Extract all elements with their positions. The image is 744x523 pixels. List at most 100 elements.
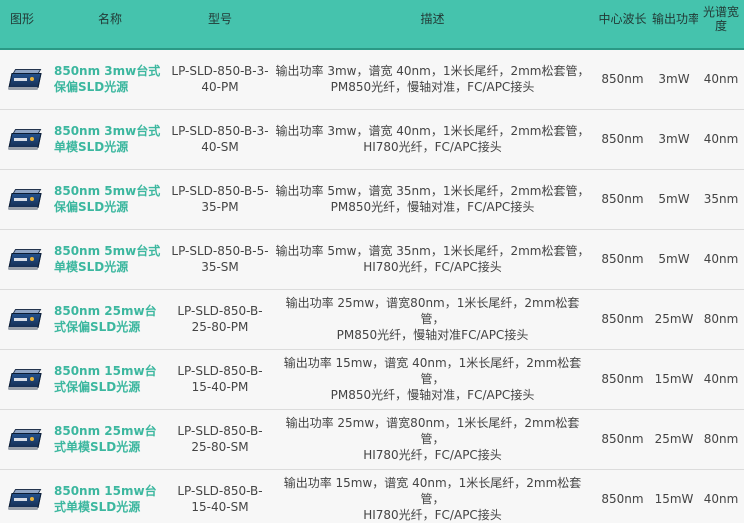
product-spectral-width: 40nm: [698, 229, 744, 290]
header-description: 描述: [270, 0, 595, 50]
table-row: 850nm 15mw台式保偏SLD光源 LP-SLD-850-B-15-40-P…: [0, 349, 744, 410]
description-line: HI780光纤，FC/APC接头: [363, 140, 502, 154]
product-name-link[interactable]: 850nm 5mw台式保偏SLD光源: [50, 169, 170, 230]
table-row: 850nm 3mw台式保偏SLD光源 LP-SLD-850-B-3-40-PM …: [0, 49, 744, 110]
sld-light-source-device-icon[interactable]: [8, 427, 42, 451]
product-wavelength: 850nm: [595, 229, 650, 290]
description-line: 输出功率 5mw，谱宽 35nm，1米长尾纤，2mm松套管，: [275, 184, 590, 198]
product-description: 输出功率 15mw，谱宽 40nm，1米长尾纤，2mm松套管， PM850光纤，慢…: [270, 349, 595, 410]
product-model: LP-SLD-850-B-25-80-PM: [170, 289, 270, 350]
row-image-cell: [0, 289, 50, 350]
description-line: 输出功率 3mw，谱宽 40nm，1米长尾纤，2mm松套管，: [275, 64, 590, 79]
row-image-cell: [0, 349, 50, 410]
product-description: 输出功率 3mw，谱宽 40nm，1米长尾纤，2mm松套管， HI780光纤，FC…: [270, 109, 595, 170]
product-description: 输出功率 5mw，谱宽 35nm，1米长尾纤，2mm松套管， HI780光纤，FC…: [270, 229, 595, 290]
product-model: LP-SLD-850-B-3-40-PM: [170, 49, 270, 110]
product-table-container: 图形 名称 型号 描述 中心波长 输出功率 光谱宽度 生 850nm 3mw台式…: [0, 0, 744, 523]
product-power: 3mW: [650, 109, 698, 170]
product-model: LP-SLD-850-B-25-80-SM: [170, 409, 270, 470]
product-spectral-width: 40nm: [698, 349, 744, 410]
product-wavelength: 850nm: [595, 49, 650, 110]
product-power: 5mW: [650, 169, 698, 230]
product-power: 3mW: [650, 49, 698, 110]
description-line: PM850光纤，慢轴对准，FC/APC接头: [330, 200, 535, 214]
product-model: LP-SLD-850-B-3-40-SM: [170, 109, 270, 170]
product-wavelength: 850nm: [595, 289, 650, 350]
description-line: PM850光纤，慢轴对准，FC/APC接头: [330, 80, 535, 95]
description-line: 输出功率 15mw，谱宽 40nm，1米长尾纤，2mm松套管，: [283, 476, 582, 506]
product-power: 15mW: [650, 469, 698, 523]
product-wavelength: 850nm: [595, 109, 650, 170]
sld-light-source-device-icon[interactable]: [8, 367, 42, 391]
product-power: 25mW: [650, 289, 698, 350]
sld-light-source-device-icon[interactable]: [8, 487, 42, 511]
product-wavelength: 850nm: [595, 469, 650, 523]
table-row: 850nm 3mw台式单模SLD光源 LP-SLD-850-B-3-40-SM …: [0, 109, 744, 170]
table-row: 850nm 25mw台式保偏SLD光源 LP-SLD-850-B-25-80-P…: [0, 289, 744, 350]
description-line: 输出功率 3mw，谱宽 40nm，1米长尾纤，2mm松套管，: [275, 124, 590, 138]
header-row: 图形 名称 型号 描述 中心波长 输出功率 光谱宽度 生: [0, 0, 744, 50]
row-image-cell: [0, 169, 50, 230]
description-line: 输出功率 25mw，谱宽80nm，1米长尾纤，2mm松套管，: [285, 296, 580, 326]
product-power: 15mW: [650, 349, 698, 410]
product-description: 输出功率 3mw，谱宽 40nm，1米长尾纤，2mm松套管， PM850光纤，慢轴…: [270, 49, 595, 110]
product-model: LP-SLD-850-B-5-35-SM: [170, 229, 270, 290]
row-image-cell: [0, 49, 50, 110]
product-power: 5mW: [650, 229, 698, 290]
row-image-cell: [0, 109, 50, 170]
product-description: 输出功率 15mw，谱宽 40nm，1米长尾纤，2mm松套管， HI780光纤，F…: [270, 469, 595, 523]
row-image-cell: [0, 409, 50, 470]
header-name: 名称: [50, 0, 170, 50]
product-table: 图形 名称 型号 描述 中心波长 输出功率 光谱宽度 生 850nm 3mw台式…: [0, 0, 744, 523]
header-model: 型号: [170, 0, 270, 50]
table-body: 850nm 3mw台式保偏SLD光源 LP-SLD-850-B-3-40-PM …: [0, 49, 744, 523]
description-line: HI780光纤，FC/APC接头: [363, 260, 502, 274]
product-power: 25mW: [650, 409, 698, 470]
sld-light-source-device-icon[interactable]: [8, 247, 42, 271]
product-spectral-width: 80nm: [698, 289, 744, 350]
sld-light-source-device-icon[interactable]: [8, 307, 42, 331]
product-name-link[interactable]: 850nm 15mw台式保偏SLD光源: [50, 349, 170, 410]
table-row: 850nm 25mw台式单模SLD光源 LP-SLD-850-B-25-80-S…: [0, 409, 744, 470]
product-spectral-width: 40nm: [698, 109, 744, 170]
sld-light-source-device-icon[interactable]: [8, 127, 42, 151]
product-model: LP-SLD-850-B-15-40-SM: [170, 469, 270, 523]
table-row: 850nm 15mw台式单模SLD光源 LP-SLD-850-B-15-40-S…: [0, 469, 744, 523]
product-name-link[interactable]: 850nm 25mw台式保偏SLD光源: [50, 289, 170, 350]
product-model: LP-SLD-850-B-5-35-PM: [170, 169, 270, 230]
product-description: 输出功率 25mw，谱宽80nm，1米长尾纤，2mm松套管， PM850光纤，慢轴…: [270, 289, 595, 350]
product-spectral-width: 35nm: [698, 169, 744, 230]
description-line: HI780光纤，FC/APC接头: [363, 508, 502, 522]
sld-light-source-device-icon[interactable]: [8, 67, 42, 91]
header-wavelength: 中心波长: [595, 0, 650, 50]
description-line: 输出功率 5mw，谱宽 35nm，1米长尾纤，2mm松套管，: [275, 244, 590, 258]
product-spectral-width: 40nm: [698, 469, 744, 523]
row-image-cell: [0, 229, 50, 290]
product-wavelength: 850nm: [595, 409, 650, 470]
product-model: LP-SLD-850-B-15-40-PM: [170, 349, 270, 410]
product-spectral-width: 80nm: [698, 409, 744, 470]
table-row: 850nm 5mw台式单模SLD光源 LP-SLD-850-B-5-35-SM …: [0, 229, 744, 290]
product-description: 输出功率 25mw，谱宽80nm，1米长尾纤，2mm松套管， HI780光纤，FC…: [270, 409, 595, 470]
description-line: PM850光纤，慢轴对准，FC/APC接头: [330, 388, 535, 402]
header-image: 图形: [0, 0, 50, 50]
product-name-link[interactable]: 850nm 3mw台式保偏SLD光源: [50, 49, 170, 110]
table-row: 850nm 5mw台式保偏SLD光源 LP-SLD-850-B-5-35-PM …: [0, 169, 744, 230]
description-line: 输出功率 25mw，谱宽80nm，1米长尾纤，2mm松套管，: [285, 416, 580, 446]
product-name-link[interactable]: 850nm 3mw台式单模SLD光源: [50, 109, 170, 170]
header-power: 输出功率: [650, 0, 698, 50]
description-line: HI780光纤，FC/APC接头: [363, 448, 502, 462]
product-name-link[interactable]: 850nm 15mw台式单模SLD光源: [50, 469, 170, 523]
product-name-link[interactable]: 850nm 5mw台式单模SLD光源: [50, 229, 170, 290]
header-spectral-width: 光谱宽度: [698, 0, 744, 50]
table-header: 图形 名称 型号 描述 中心波长 输出功率 光谱宽度 生: [0, 0, 744, 50]
product-spectral-width: 40nm: [698, 49, 744, 110]
sld-light-source-device-icon[interactable]: [8, 187, 42, 211]
description-line: PM850光纤，慢轴对准FC/APC接头: [336, 328, 529, 342]
product-description: 输出功率 5mw，谱宽 35nm，1米长尾纤，2mm松套管， PM850光纤，慢轴…: [270, 169, 595, 230]
product-name-link[interactable]: 850nm 25mw台式单模SLD光源: [50, 409, 170, 470]
product-wavelength: 850nm: [595, 169, 650, 230]
description-line: 输出功率 15mw，谱宽 40nm，1米长尾纤，2mm松套管，: [283, 356, 582, 386]
product-wavelength: 850nm: [595, 349, 650, 410]
row-image-cell: [0, 469, 50, 523]
